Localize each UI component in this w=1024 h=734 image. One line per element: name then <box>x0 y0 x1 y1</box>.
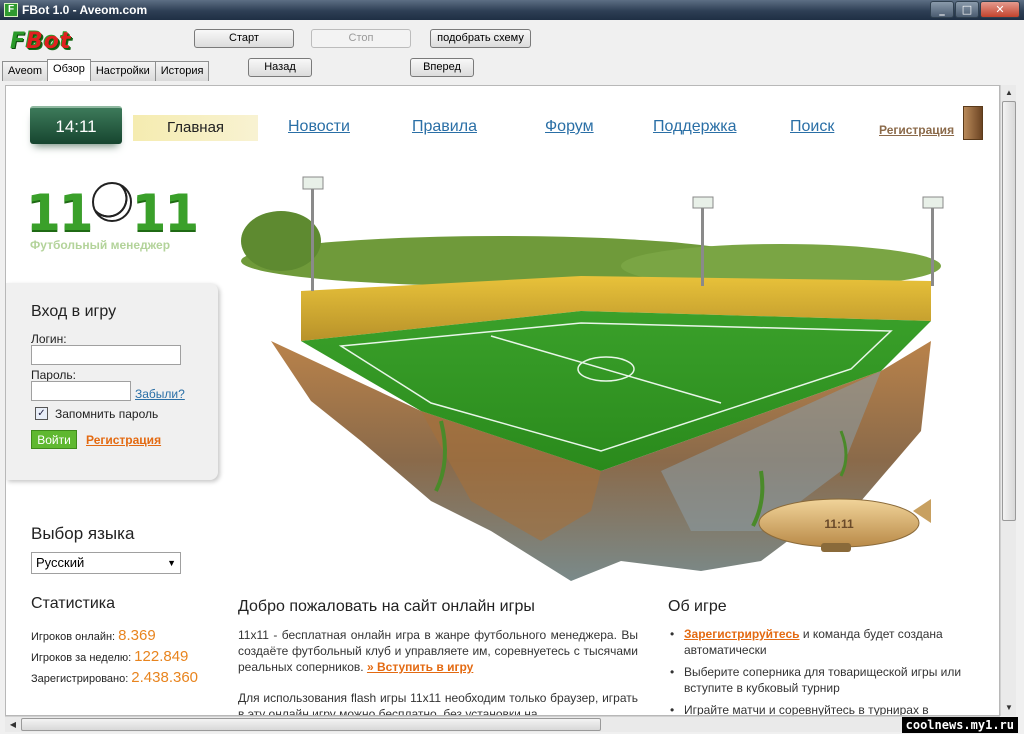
about-register-link[interactable]: Зарегистрируйтесь <box>684 627 800 641</box>
tab-overview[interactable]: Обзор <box>47 59 91 81</box>
join-game-link[interactable]: » Вступить в игру <box>367 660 473 674</box>
watermark: coolnews.my1.ru <box>901 717 1018 733</box>
language-select[interactable]: Русский ▼ <box>31 552 181 574</box>
horizontal-scrollbar[interactable]: ◀ ▶ <box>5 716 1000 732</box>
stat-registered: Зарегистрировано: 2.438.360 <box>31 669 198 686</box>
language-selected: Русский <box>36 555 85 570</box>
welcome-title: Добро пожаловать на сайт онлайн игры <box>238 598 535 615</box>
stat-registered-label: Зарегистрировано: <box>31 673 129 685</box>
logo-text: Bot <box>26 29 72 54</box>
vertical-scroll-thumb[interactable] <box>1002 101 1016 521</box>
stop-button[interactable]: Стоп <box>311 29 411 48</box>
forgot-password-link[interactable]: Забыли? <box>135 387 185 401</box>
about-item: Зарегистрируйтесь и команда будет создан… <box>668 626 978 658</box>
tab-aveom[interactable]: Aveom <box>2 61 49 81</box>
nav-register-link[interactable]: Регистрация <box>879 123 954 137</box>
login-title: Вход в игру <box>31 303 117 320</box>
soccer-ball-icon <box>91 182 132 222</box>
login-panel: Вход в игру Логин: Пароль: Забыли? ✓ Зап… <box>6 283 218 480</box>
nav-support[interactable]: Поддержка <box>653 118 736 136</box>
back-button[interactable]: Назад <box>248 58 312 77</box>
tab-settings[interactable]: Настройки <box>89 61 156 81</box>
minimize-button[interactable]: _ <box>930 1 954 18</box>
nav-home[interactable]: Главная <box>133 115 258 141</box>
stat-week-label: Игроков за неделю: <box>31 652 132 664</box>
close-button[interactable]: ✕ <box>980 1 1020 18</box>
password-label: Пароль: <box>31 368 76 382</box>
logo-number-left: 11 <box>26 184 94 242</box>
forward-button[interactable]: Вперед <box>410 58 474 77</box>
stats-title: Статистика <box>31 595 116 612</box>
login-label: Логин: <box>31 332 67 346</box>
clock: 14:11 <box>30 106 122 144</box>
window-title: FBot 1.0 - Aveom.com <box>22 3 148 17</box>
about-item: Играйте матчи и соревнуйтесь в турнирах … <box>668 702 978 715</box>
app-icon: F <box>4 3 18 17</box>
login-input[interactable] <box>31 345 181 365</box>
vertical-scrollbar[interactable]: ▲ ▼ <box>1000 85 1016 716</box>
site-logo[interactable]: 11 11 Футбольный менеджер <box>26 182 200 252</box>
welcome-paragraph-1: 11x11 - бесплатная онлайн игра в жанре ф… <box>238 627 638 675</box>
airship-label: 11:11 <box>824 517 854 531</box>
nav-forum[interactable]: Форум <box>545 118 594 136</box>
scroll-down-icon[interactable]: ▼ <box>1001 700 1017 716</box>
language-title: Выбор языка <box>31 524 135 543</box>
chevron-down-icon: ▼ <box>167 558 176 568</box>
password-input[interactable] <box>31 381 131 401</box>
scroll-left-icon[interactable]: ◀ <box>5 717 21 733</box>
pick-scheme-button[interactable]: подобрать схему <box>430 29 531 48</box>
floating-stadium-illustration: 11:11 <box>241 176 944 581</box>
about-list: Зарегистрируйтесь и команда будет создан… <box>668 626 978 715</box>
fbot-logo: FBot <box>10 29 72 54</box>
nav-rules[interactable]: Правила <box>412 118 477 136</box>
title-bar: F FBot 1.0 - Aveom.com _ □ ✕ <box>0 0 1024 20</box>
toolbar: FBot Старт Стоп подобрать схему Назад Вп… <box>0 20 1024 82</box>
airship: 11:11 <box>758 498 931 552</box>
stat-registered-value: 2.438.360 <box>131 669 199 686</box>
about-title: Об игре <box>668 598 727 615</box>
door-icon[interactable] <box>963 106 983 140</box>
web-page: 14:11 Главная Новости Правила Форум Подд… <box>5 85 1000 716</box>
login-button[interactable]: Войти <box>31 430 77 449</box>
stat-week-value: 122.849 <box>134 648 189 665</box>
nav-search[interactable]: Поиск <box>790 118 834 136</box>
logo-number-right: 11 <box>131 184 200 242</box>
remember-label: Запомнить пароль <box>55 407 159 421</box>
scroll-up-icon[interactable]: ▲ <box>1001 85 1017 101</box>
stat-online: Игроков онлайн: 8.369 <box>31 627 156 644</box>
stat-week: Игроков за неделю: 122.849 <box>31 648 188 665</box>
nav-news[interactable]: Новости <box>288 118 350 136</box>
remember-checkbox[interactable]: ✓ <box>35 407 48 420</box>
about-item: Выберите соперника для товарищеской игры… <box>668 664 978 696</box>
login-register-link[interactable]: Регистрация <box>86 433 161 447</box>
welcome-paragraph-2: Для использования flash игры 11x11 необх… <box>238 691 638 716</box>
browser-panel: 14:11 Главная Новости Правила Форум Подд… <box>0 82 1024 734</box>
tab-history[interactable]: История <box>154 61 210 81</box>
horizontal-scroll-thumb[interactable] <box>21 718 601 731</box>
stat-online-label: Игроков онлайн: <box>31 631 116 643</box>
maximize-button[interactable]: □ <box>955 1 979 18</box>
stat-online-value: 8.369 <box>118 627 156 644</box>
tab-bar: Aveom Обзор Настройки История <box>2 59 210 81</box>
start-button[interactable]: Старт <box>194 29 294 48</box>
